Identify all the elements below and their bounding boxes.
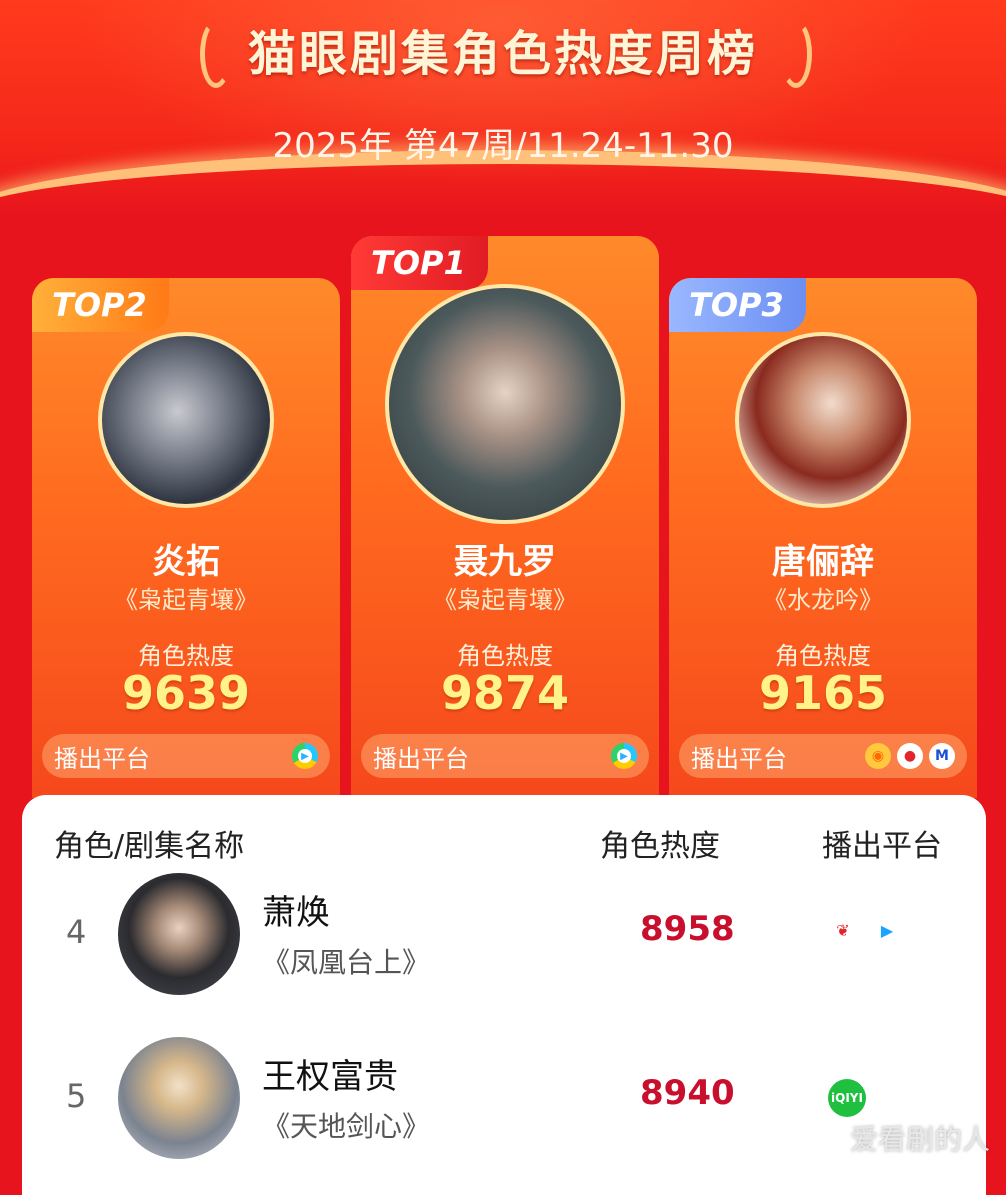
heat-value: 9639 xyxy=(121,666,251,720)
row-rank: 5 xyxy=(66,1077,87,1115)
show-title: 《水龙吟》 xyxy=(763,586,883,614)
heat-value: 8958 xyxy=(640,909,735,949)
character-name: 炎拓 xyxy=(152,542,220,582)
mango-icon[interactable]: ◉ xyxy=(865,743,891,769)
heat-value: 9165 xyxy=(758,666,888,720)
list-row[interactable]: 4 萧焕 《凤凰台上》 8958 ❦ ▶ xyxy=(22,865,986,1005)
play-icon[interactable]: ▶ xyxy=(872,915,902,945)
character-photo xyxy=(739,336,907,504)
avatar xyxy=(98,332,274,508)
row-rank: 4 xyxy=(66,913,87,951)
character-name: 王权富贵 xyxy=(262,1057,398,1097)
avatar xyxy=(735,332,911,508)
character-name: 唐俪辞 xyxy=(772,542,874,582)
list-row[interactable]: 5 王权富贵 《天地剑心》 8940 iQIYI xyxy=(22,1029,986,1169)
youku-icon[interactable]: ▶ xyxy=(292,743,318,769)
platform-label: 播出平台 xyxy=(691,744,787,773)
heat-value: 9874 xyxy=(440,666,570,720)
top-card-1[interactable]: TOP1 聂九罗 《枭起青壤》 角色热度 9874 播出平台 ▶ xyxy=(351,236,659,798)
platform-bar: 播出平台 ▶ xyxy=(42,734,330,778)
show-title: 《天地剑心》 xyxy=(262,1110,431,1143)
iqiyi-icon[interactable]: iQIYI xyxy=(828,1079,866,1117)
heat-value: 8940 xyxy=(640,1073,735,1113)
week-subtitle: 2025年 第47周/11.24-11.30 xyxy=(272,126,734,166)
show-title: 《枭起青壤》 xyxy=(114,586,258,614)
avatar xyxy=(385,284,625,524)
platform-bar: 播出平台 ▶ xyxy=(361,734,649,778)
platform-label: 播出平台 xyxy=(373,744,469,773)
column-header-heat: 角色热度 xyxy=(600,829,720,864)
page-title: 猫眼剧集角色热度周榜 xyxy=(247,26,758,82)
rank-badge: TOP1 xyxy=(351,236,488,290)
character-name: 聂九罗 xyxy=(454,542,556,582)
show-title: 《枭起青壤》 xyxy=(433,586,577,614)
character-photo xyxy=(389,288,621,520)
show-title: 《凤凰台上》 xyxy=(262,946,431,979)
tencent-video-icon[interactable]: ❦ xyxy=(828,915,858,945)
header-banner: 猫眼剧集角色热度周榜 2025年 第47周/11.24-11.30 xyxy=(0,0,1006,215)
column-header-name: 角色/剧集名称 xyxy=(54,829,245,864)
platform-label: 播出平台 xyxy=(54,744,150,773)
top-card-2[interactable]: TOP2 炎拓 《枭起青壤》 角色热度 9639 播出平台 ▶ xyxy=(32,278,340,798)
rank-badge: TOP3 xyxy=(669,278,806,332)
rank-badge: TOP2 xyxy=(32,278,169,332)
character-photo xyxy=(102,336,270,504)
ranking-list: 角色/剧集名称 角色热度 播出平台 4 萧焕 《凤凰台上》 8958 ❦ ▶ 5… xyxy=(22,795,986,1195)
avatar xyxy=(118,1037,240,1159)
watermark: 爱看剧的人 xyxy=(849,1123,990,1156)
column-header-platform: 播出平台 xyxy=(822,829,942,864)
character-name: 萧焕 xyxy=(262,893,330,933)
top-card-3[interactable]: TOP3 唐俪辞 《水龙吟》 角色热度 9165 播出平台 ◉ ● M xyxy=(669,278,977,798)
avatar xyxy=(118,873,240,995)
platform-bar: 播出平台 ◉ ● M xyxy=(679,734,967,778)
youku-icon[interactable]: ▶ xyxy=(611,743,637,769)
mgtv-icon[interactable]: M xyxy=(929,743,955,769)
red-icon[interactable]: ● xyxy=(897,743,923,769)
